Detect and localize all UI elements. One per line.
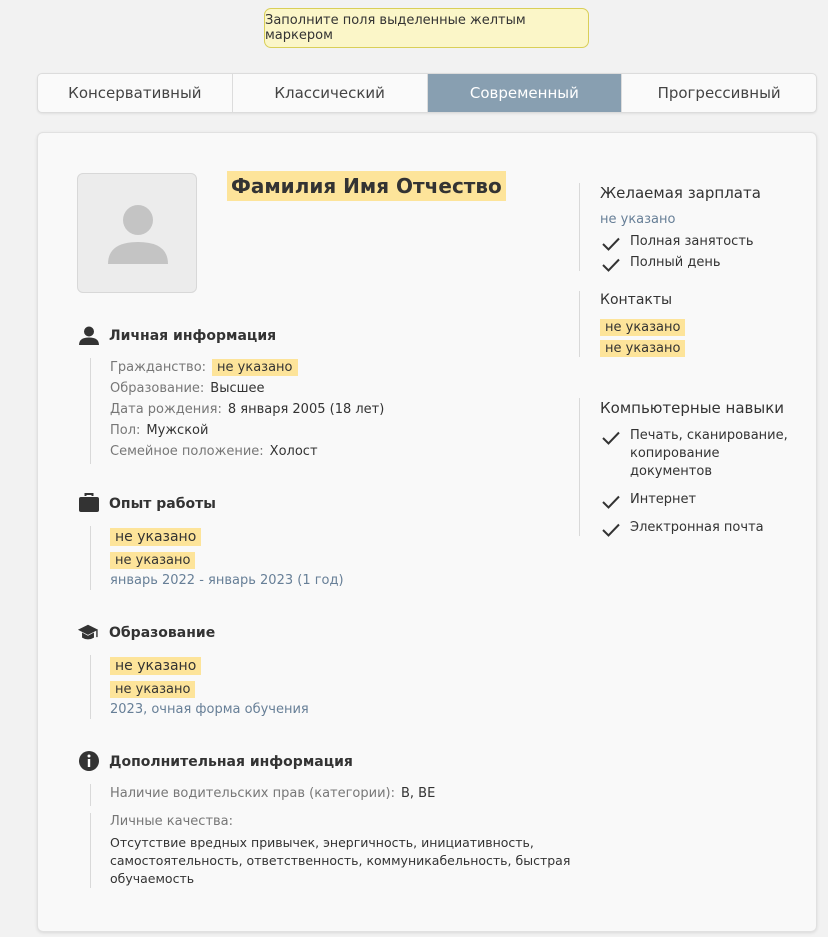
employment-type: Полная занятость: [630, 234, 754, 249]
qualities-line: обучаемость: [110, 871, 195, 886]
divider: [90, 358, 91, 464]
contact-email[interactable]: не указано: [600, 340, 686, 357]
user-icon: [79, 326, 99, 345]
gender-label: Пол:: [110, 423, 141, 438]
person-icon: [108, 205, 168, 264]
work-experience-title: Опыт работы: [109, 496, 216, 512]
salary-title: Желаемая зарплата: [600, 184, 761, 202]
education-title: Образование: [109, 625, 216, 641]
contacts-title: Контакты: [600, 292, 673, 308]
fill-fields-notice: Заполните поля выделенные желтым маркеро…: [264, 8, 589, 48]
check-icon: [602, 431, 620, 445]
qualities-label: Личные качества:: [110, 814, 234, 829]
education-institution[interactable]: не указано: [110, 657, 202, 675]
qualities-label-row: Личные качества:: [110, 814, 239, 829]
qualities-line: самостоятельность, ответственность, комм…: [110, 853, 571, 868]
personal-info-title: Личная информация: [109, 328, 277, 344]
info-icon: [79, 751, 99, 771]
check-icon: [602, 495, 620, 509]
briefcase-icon: [79, 493, 99, 512]
education-specialty[interactable]: не указано: [110, 681, 196, 698]
education-level-row: Образование: Высшее: [110, 381, 265, 396]
divider: [90, 784, 91, 806]
work-period: январь 2022 - январь 2023 (1 год): [110, 573, 344, 588]
birthdate-row: Дата рождения: 8 января 2005 (18 лет): [110, 402, 384, 417]
tab-modern[interactable]: Современный: [427, 74, 623, 112]
gender-row: Пол: Мужской: [110, 423, 208, 438]
graduation-cap-icon: [77, 624, 99, 640]
salary-value[interactable]: не указано: [600, 212, 675, 227]
gender-value: Мужской: [146, 423, 209, 438]
marital-status-label: Семейное положение:: [110, 444, 264, 459]
divider: [90, 655, 91, 719]
divider: [579, 398, 580, 536]
work-position[interactable]: не указано: [110, 528, 202, 546]
citizenship-value[interactable]: не указано: [212, 359, 298, 376]
birthdate-label: Дата рождения:: [110, 402, 222, 417]
education-level-label: Образование:: [110, 381, 205, 396]
birthdate-value: 8 января 2005 (18 лет): [227, 402, 385, 417]
divider: [579, 291, 580, 357]
skill-item: Интернет: [630, 492, 697, 507]
education-details: 2023, очная форма обучения: [110, 702, 309, 717]
tab-conservative[interactable]: Консервативный: [38, 74, 233, 112]
education-level-value: Высшее: [210, 381, 265, 396]
tab-classic[interactable]: Классический: [233, 74, 428, 112]
work-company[interactable]: не указано: [110, 552, 196, 569]
marital-status-value: Холост: [269, 444, 318, 459]
skill-item: копирование: [630, 446, 720, 461]
tab-progressive[interactable]: Прогрессивный: [622, 74, 816, 112]
additional-info-title: Дополнительная информация: [109, 754, 353, 770]
citizenship-row: Гражданство: не указано: [110, 359, 298, 376]
photo-placeholder[interactable]: [77, 173, 197, 293]
template-tabs: Консервативный Классический Современный …: [37, 73, 817, 113]
divider: [90, 526, 91, 590]
citizenship-label: Гражданство:: [110, 360, 207, 375]
full-name[interactable]: Фамилия Имя Отчество: [227, 171, 506, 201]
driving-license-label: Наличие водительских прав (категории):: [110, 786, 395, 801]
computer-skills-title: Компьютерные навыки: [600, 399, 785, 417]
check-icon: [602, 523, 620, 537]
schedule-type: Полный день: [630, 255, 721, 270]
driving-license-row: Наличие водительских прав (категории): B,…: [110, 786, 435, 801]
check-icon: [602, 258, 620, 272]
contact-phone[interactable]: не указано: [600, 319, 686, 336]
skill-item: Печать, сканирование,: [630, 428, 788, 443]
divider: [90, 813, 91, 888]
skill-item: документов: [630, 464, 712, 479]
marital-status-row: Семейное положение: Холост: [110, 444, 318, 459]
driving-license-value: B, BE: [400, 786, 436, 801]
skill-item: Электронная почта: [630, 520, 764, 535]
check-icon: [602, 237, 620, 251]
qualities-line: Отсутствие вредных привычек, энергичност…: [110, 835, 534, 850]
divider: [579, 183, 580, 271]
